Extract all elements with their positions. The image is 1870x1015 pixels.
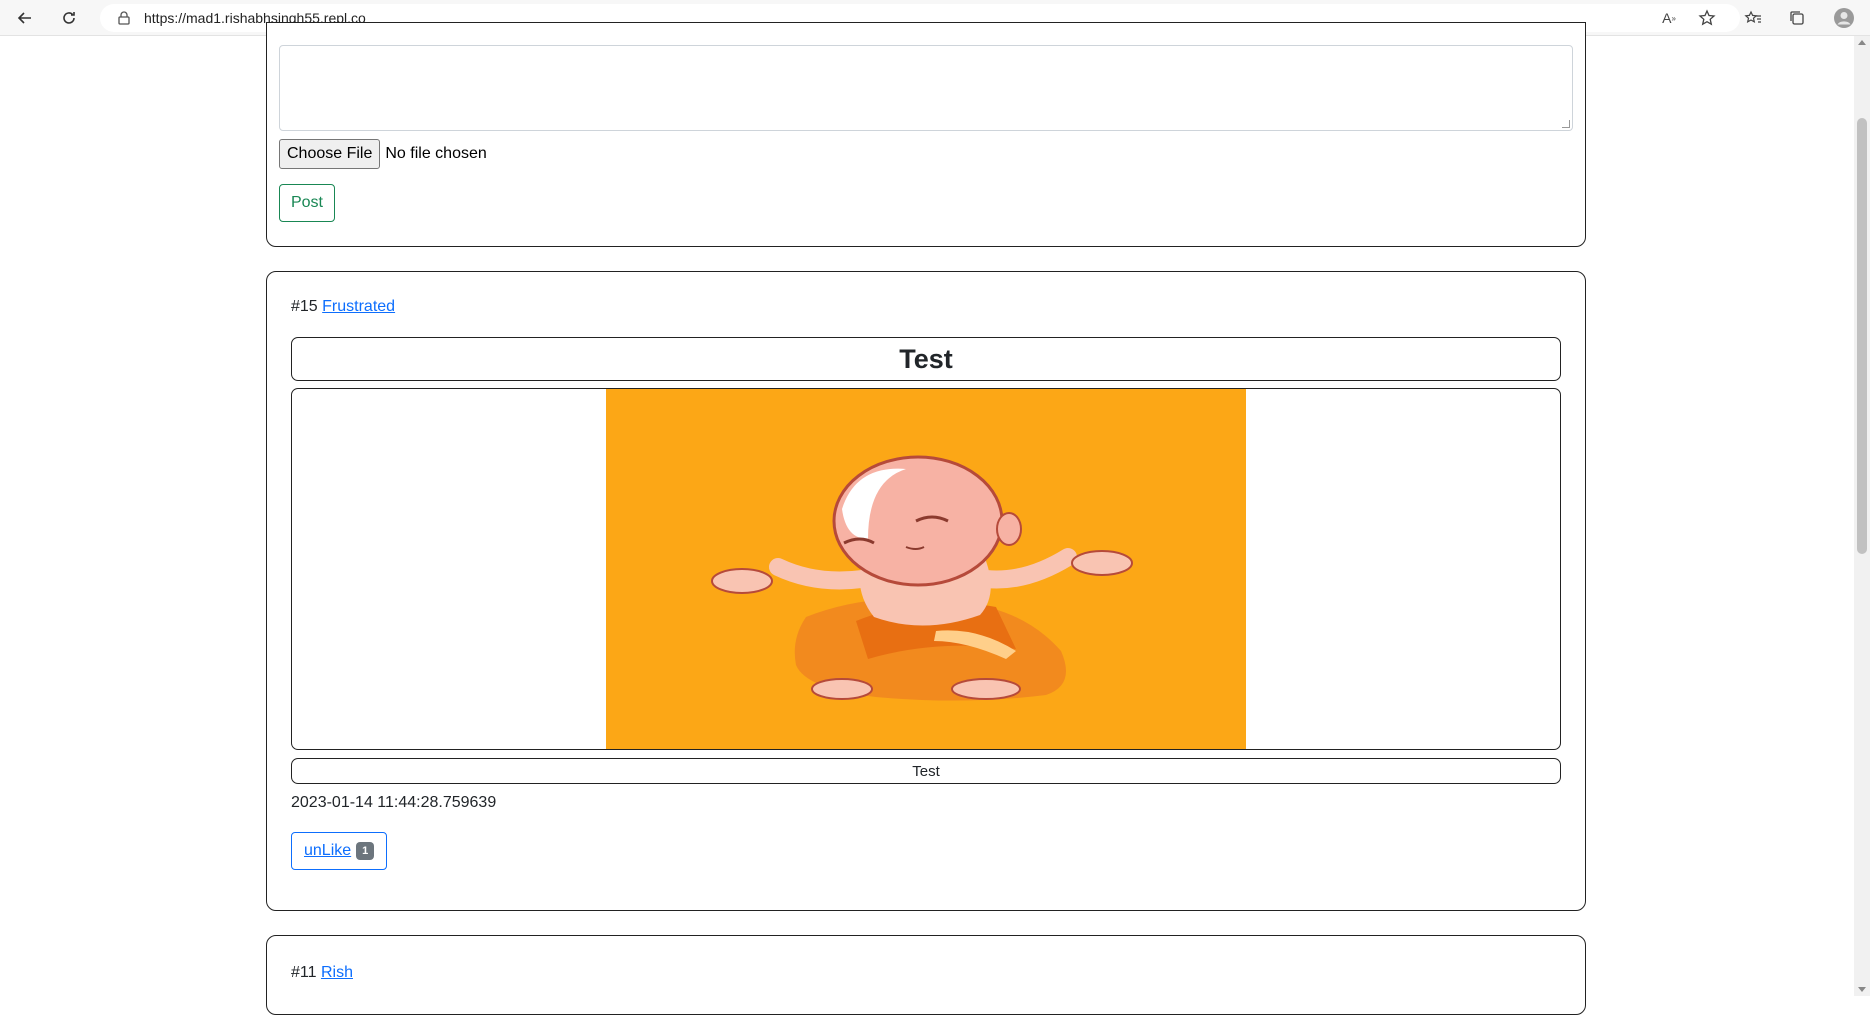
post-card: #15 Frustrated Test Test 2023-01-14 11:4… [266,271,1586,911]
scroll-up-icon[interactable] [1858,40,1866,45]
post-id: #15 [291,298,318,315]
file-input[interactable]: Choose File No file chosen [279,139,487,169]
post-header: #11 Rish [291,964,353,982]
post-author-link[interactable]: Rish [321,964,353,981]
post-card: #11 Rish [266,935,1586,1015]
lock-icon [116,10,132,26]
collections-icon[interactable] [1786,6,1808,30]
profile-avatar-icon[interactable] [1832,6,1856,30]
read-aloud-icon[interactable]: A» [1658,6,1680,30]
scroll-down-icon[interactable] [1858,987,1866,992]
scroll-thumb[interactable] [1857,118,1867,554]
post-timestamp: 2023-01-14 11:44:28.759639 [291,794,497,811]
like-count-badge: 1 [356,842,375,860]
post-image-frame [291,388,1561,750]
resize-grip-icon[interactable] [1562,120,1570,128]
favorite-star-icon[interactable] [1696,6,1718,30]
monk-illustration-icon [711,455,1133,701]
post-button[interactable]: Post [279,184,335,222]
refresh-button[interactable] [56,6,82,30]
post-caption: Test [291,758,1561,784]
post-author-link[interactable]: Frustrated [322,298,395,315]
favorites-icon[interactable] [1742,6,1764,30]
back-button[interactable] [12,6,38,30]
unlike-button[interactable]: unLike 1 [291,832,388,870]
post-content-textarea[interactable] [279,45,1573,131]
choose-file-button[interactable]: Choose File [279,139,381,169]
post-id: #11 [291,964,317,981]
page-scrollbar[interactable] [1854,36,1870,996]
unlike-label[interactable]: unLike [304,842,351,860]
new-post-card: Choose File No file chosen Post [266,22,1586,247]
post-title: Test [291,337,1561,381]
post-image [606,389,1246,749]
refresh-icon [63,12,75,24]
file-status-text: No file chosen [385,145,487,162]
post-header: #15 Frustrated [291,298,395,316]
back-arrow-icon [17,12,31,24]
